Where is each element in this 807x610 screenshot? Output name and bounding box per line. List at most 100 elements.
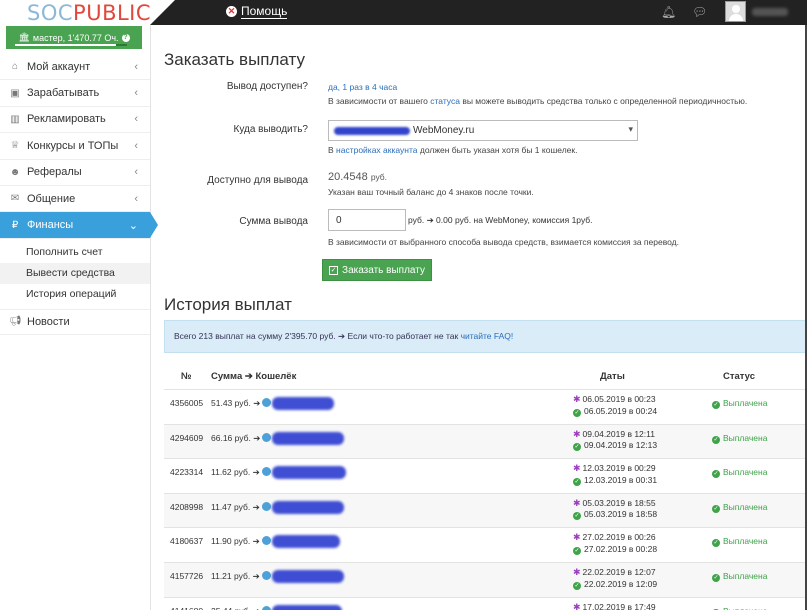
logo-area: SOCPUBLIC: [0, 0, 175, 25]
status-badge: ✓Выплачена: [712, 398, 768, 409]
created-star-icon: ✱: [573, 601, 581, 610]
amount-input[interactable]: [328, 209, 406, 231]
status-badge: ✓Выплачена: [712, 501, 768, 513]
username-blurred[interactable]: [752, 8, 788, 16]
sidebar-item-earn[interactable]: ▣ Зарабатывать ‹: [0, 80, 150, 107]
chart-icon: ▥: [10, 113, 20, 125]
sidebar-item-chat[interactable]: ✉ Общение ‹: [0, 186, 150, 213]
check-circle-icon: ✓: [573, 443, 581, 452]
submenu-item-history[interactable]: История операций: [0, 284, 150, 305]
sidebar-nav: ⌂ Мой аккаунт ‹ ▣ Зарабатывать ‹ ▥ Рекламиров…: [0, 54, 158, 336]
balance-available-value: 20.4548 руб.: [328, 171, 388, 183]
payout-dates: ✱ 05.03.2019 в 18:55 ✓ 05.03.2019 в 18:58: [573, 497, 658, 521]
webmoney-icon: [262, 432, 272, 442]
sidebar-item-finance[interactable]: ₽ Финансы ⌄: [0, 212, 158, 239]
wallet-blurred: [272, 604, 342, 610]
ruble-icon: ₽: [11, 219, 19, 231]
payout-dates: ✱ 12.03.2019 в 00:29 ✓ 12.03.2019 в 00:31: [573, 463, 658, 486]
col-header-num: №: [181, 371, 192, 382]
chat-icon[interactable]: 💬︎: [692, 5, 707, 19]
balance-progress-fill: [15, 44, 116, 46]
page-title: Заказать выплату: [164, 50, 305, 69]
balance-available-label: Доступно для вывода: [207, 175, 308, 186]
payout-number: 4208998: [170, 501, 204, 512]
available-hint: В зависимости от вашего статуса вы может…: [328, 96, 748, 106]
megaphone-icon: 📢︎: [9, 316, 22, 328]
sidebar: 🏛︎ мастер, 1'470.77 Оч. ? ⌂ Мой аккаунт ‹ …: [0, 25, 158, 610]
avatar[interactable]: [725, 1, 746, 22]
check-circle-icon: ✓: [712, 401, 720, 409]
webmoney-icon: [261, 536, 271, 546]
faq-link[interactable]: читайте FAQ!: [461, 331, 514, 341]
status-link[interactable]: статуса: [430, 96, 460, 106]
wallet-blurred: [272, 431, 344, 445]
webmoney-icon: [261, 571, 271, 580]
sidebar-item-advertise[interactable]: ▥ Рекламировать ‹: [0, 107, 150, 134]
payout-sum: 51.43 руб. ➔: [211, 398, 272, 409]
sidebar-item-account[interactable]: ⌂ Мой аккаунт ‹: [0, 54, 150, 81]
help-circle-icon: ✕: [226, 6, 237, 17]
balance-progress-bar: [15, 44, 127, 46]
table-row: 4141680 25.44 руб. ➔ ✱17.02.2019 в 17:49 ✓В…: [164, 596, 807, 610]
table-row: 4157726 11.21 руб. ➔ ✱ 22.02.2019 в 12:07 ✓ 2…: [164, 562, 807, 597]
chevron-left-icon: ‹: [134, 166, 138, 179]
status-badge: ✓Выплачена: [712, 467, 768, 479]
status-badge: ✓Выплачена: [712, 432, 768, 444]
table-row: 4180637 11.90 руб. ➔ ✱ 27.02.2019 в 00:26 ✓ 2…: [164, 527, 807, 562]
payout-sum: 11.90 руб. ➔: [211, 536, 271, 547]
sidebar-item-news[interactable]: 📢︎ Новости: [0, 308, 150, 336]
check-circle-icon: ✓: [573, 581, 581, 590]
created-star-icon: ✱: [573, 567, 581, 577]
balance-label: мастер, 1'470.77 Оч.: [32, 32, 119, 43]
payout-number: 4294609: [170, 432, 204, 443]
help-label: Помощь: [241, 4, 288, 19]
wallet-number-blurred: [334, 127, 410, 135]
table-row: 4356005 51.43 руб. ➔ ✱ 06.05.2019 в 00:23 ✓ 0…: [164, 389, 807, 424]
payout-dates: ✱ 22.02.2019 в 12:07 ✓ 22.02.2019 в 12:09: [573, 567, 658, 590]
available-label: Вывод доступен?: [226, 81, 308, 92]
account-settings-link[interactable]: настройках аккаунта: [336, 145, 417, 155]
chevron-down-icon: ⌄: [128, 219, 138, 232]
finance-submenu: Пополнить счет Вывести средства История …: [0, 239, 150, 305]
briefcase-icon: ▣: [10, 87, 20, 99]
checkbox-icon: ✓: [329, 265, 339, 275]
history-title: История выплат: [164, 295, 292, 314]
submenu-item-withdraw[interactable]: Вывести средства: [0, 262, 150, 284]
order-payout-button[interactable]: ✓ Заказать выплату: [322, 259, 432, 281]
payout-number: 4141680: [170, 606, 203, 610]
payout-number: 4157726: [170, 571, 204, 581]
balance-badge[interactable]: 🏛︎ мастер, 1'470.77 Оч. ?: [6, 26, 142, 49]
created-star-icon: ✱: [573, 463, 581, 474]
check-circle-icon: ✓: [712, 539, 720, 548]
payout-number: 4356005: [170, 398, 204, 408]
chevron-left-icon: ‹: [134, 139, 138, 152]
chevron-left-icon: ‹: [134, 60, 138, 73]
submenu-item-deposit[interactable]: Пополнить счет: [0, 242, 150, 263]
webmoney-icon: [261, 501, 271, 511]
payout-number: 4180637: [170, 536, 204, 547]
check-circle-icon: ✓: [573, 408, 581, 417]
bell-icon[interactable]: 🔔︎: [661, 5, 676, 19]
sidebar-item-contests[interactable]: ♕ Конкурсы и ТОПы ‹: [0, 133, 150, 160]
available-value[interactable]: да, 1 раз в 4 часа: [328, 82, 397, 92]
trophy-icon: ♕: [10, 140, 20, 152]
check-circle-icon: ✓: [712, 504, 720, 513]
created-star-icon: ✱: [573, 394, 581, 404]
payout-sum: 66.16 руб. ➔: [211, 432, 272, 444]
question-icon[interactable]: ?: [121, 33, 130, 42]
bank-icon: 🏛︎: [18, 32, 30, 42]
table-row: 4294609 66.16 руб. ➔ ✱ 09.04.2019 в 12:11 ✓ 0…: [164, 423, 807, 459]
main-content: Заказать выплату Вывод доступен? да, 1 р…: [151, 25, 807, 610]
wallet-blurred: [272, 570, 344, 583]
sidebar-item-referrals[interactable]: ☻ Рефералы ‹: [0, 160, 150, 186]
wallet-blurred: [272, 535, 340, 549]
status-badge: ✓Выплачена: [712, 606, 767, 610]
logo[interactable]: SOCPUBLIC: [27, 1, 151, 25]
payout-dates: ✱ 27.02.2019 в 00:26 ✓ 27.02.2019 в 00:28: [573, 532, 658, 555]
status-badge: ✓Выплачена: [712, 571, 768, 582]
help-link[interactable]: ✕ Помощь: [226, 4, 288, 19]
payout-sum: 25.44 руб. ➔: [211, 605, 272, 610]
wallet-select[interactable]: WebMoney.ru ▾: [328, 120, 638, 141]
payout-sum: 11.21 руб. ➔: [211, 571, 271, 582]
webmoney-icon: [262, 398, 272, 407]
